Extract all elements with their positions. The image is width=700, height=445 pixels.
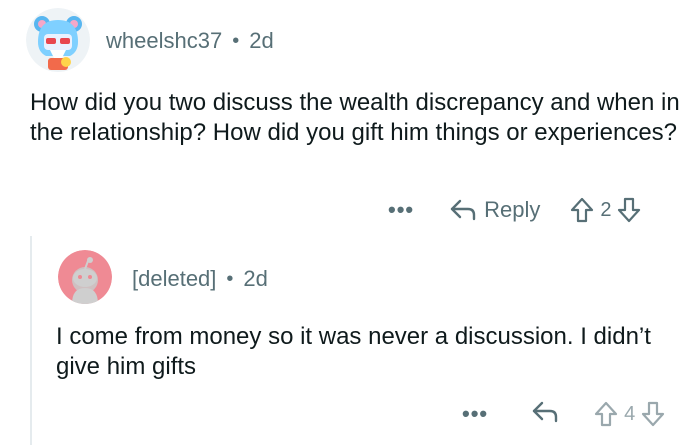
- vote-count: 4: [624, 402, 636, 425]
- reply-arrow-icon: [532, 401, 558, 422]
- downvote-icon[interactable]: [641, 401, 665, 427]
- separator-dot: •: [232, 29, 240, 52]
- vote-controls: 4: [594, 401, 665, 427]
- anime-avatar-icon: [26, 8, 90, 72]
- downvote-icon[interactable]: [617, 197, 641, 223]
- reply-button[interactable]: Reply: [450, 197, 540, 223]
- reply-arrow-icon: [450, 199, 476, 221]
- deleted-user-avatar: [58, 250, 112, 304]
- comment-actions: ••• Reply 2: [388, 192, 641, 228]
- thread-line[interactable]: [30, 236, 32, 445]
- comment-wheelshc37: wheelshc37 • 2d How did you two discuss …: [0, 0, 700, 232]
- reply-button[interactable]: [532, 401, 558, 428]
- username: [deleted]: [132, 266, 217, 291]
- comment-body: I come from money so it was never a disc…: [56, 323, 651, 380]
- separator-dot: •: [226, 267, 234, 290]
- comment-header: [deleted] • 2d: [132, 266, 268, 292]
- reddit-snoo-icon: [58, 250, 112, 304]
- more-options-button[interactable]: •••: [388, 197, 414, 223]
- upvote-icon[interactable]: [570, 197, 594, 223]
- upvote-icon[interactable]: [594, 401, 618, 427]
- comment-age: 2d: [249, 28, 274, 53]
- vote-count: 2: [600, 198, 612, 221]
- comment-body: How did you two discuss the wealth discr…: [30, 89, 680, 146]
- comment-age: 2d: [243, 266, 268, 291]
- reply-label: Reply: [484, 197, 541, 222]
- comment-header: wheelshc37 • 2d: [106, 28, 274, 54]
- vote-controls: 2: [570, 197, 641, 223]
- more-options-button[interactable]: •••: [462, 401, 488, 427]
- comment-actions: ••• 4: [462, 396, 665, 432]
- username[interactable]: wheelshc37: [106, 28, 222, 54]
- user-avatar[interactable]: [26, 8, 90, 72]
